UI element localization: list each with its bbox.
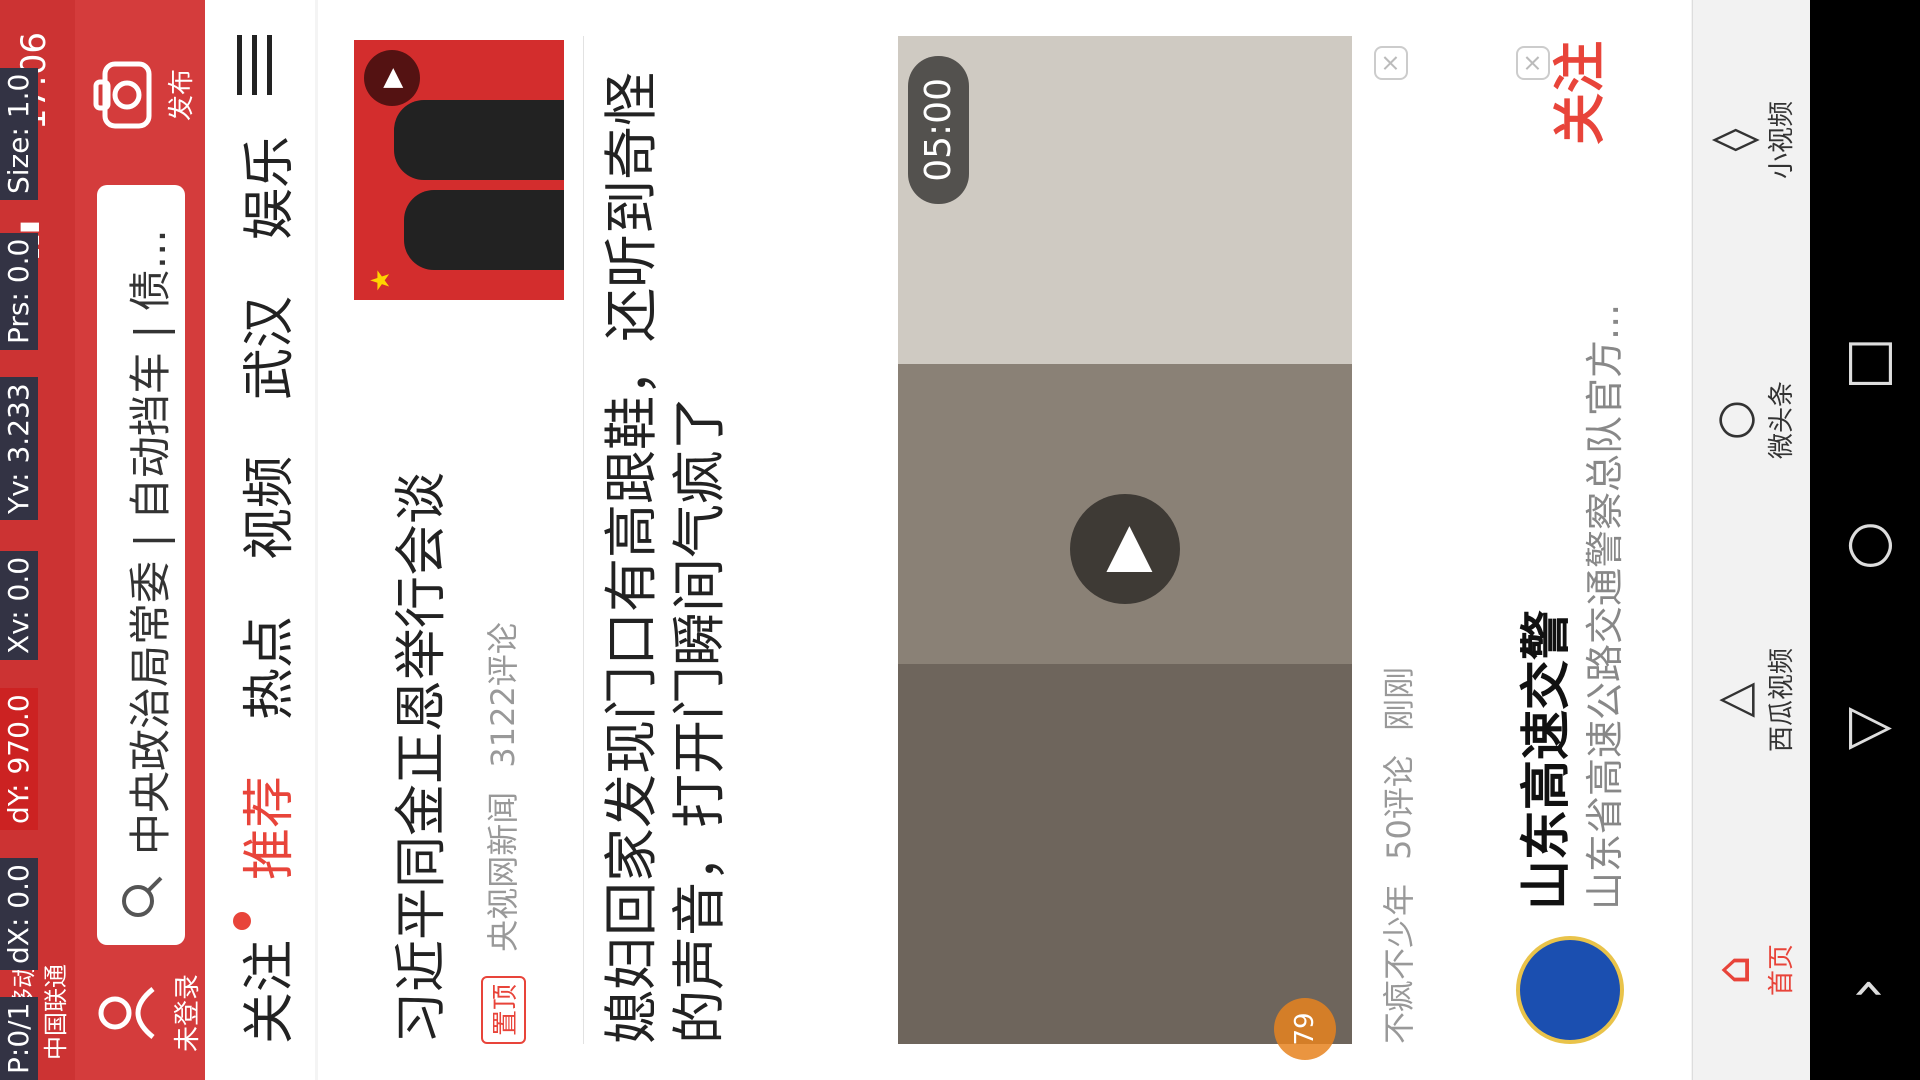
tab-wuhan[interactable]: 武汉 (227, 296, 302, 400)
recommended-account[interactable]: 山东高速交警 山东省高速公路交通警察总队官方... 关注 × (1466, 0, 1691, 1080)
video-title: 媳妇回家发现门口有高跟鞋，还听到奇怪的声音，打开门瞬间气疯了 (600, 72, 731, 1044)
chevron-right-icon[interactable]: › (1834, 978, 1899, 1000)
tab-recommend[interactable]: 推荐 (227, 776, 302, 880)
nav-weitoutiao-label: 微头条 (1767, 381, 1797, 460)
nav-home-label: 首页 (1767, 944, 1797, 997)
debug-dx: dX: 0.0 (0, 858, 38, 970)
video-duration: 05:00 (908, 56, 969, 204)
publish-button[interactable]: 发布 (93, 40, 198, 150)
camera-icon (93, 40, 157, 150)
tab-video[interactable]: 视频 (227, 456, 302, 560)
channel-tabs: 关注 推荐 热点 视频 武汉 娱乐 (205, 0, 315, 1080)
debug-yv: Yv: 3.233 (0, 377, 38, 520)
home-icon: ⌂ (1706, 955, 1760, 985)
close-icon[interactable]: × (1516, 46, 1550, 80)
news-source: 央视网新闻 (484, 791, 522, 952)
account-desc: 山东省高速公路交通警察总队官方... (1583, 303, 1627, 910)
login-button[interactable]: 未登录 (93, 968, 204, 1058)
debug-overlay: P:0/1 dX: 0.0 dY: 970.0 Xv: 0.0 Yv: 3.23… (0, 0, 38, 1080)
login-label: 未登录 (173, 974, 203, 1053)
tab-follow[interactable]: 关注 (227, 940, 302, 1044)
drop-icon: ◊ (1706, 128, 1760, 152)
header: 未登录 中央政治局常委 | 自动挡车 | 债... 发布 (75, 0, 205, 1080)
pinned-badge: 置顶 (481, 975, 526, 1044)
back-icon[interactable]: ▽ (1834, 707, 1899, 750)
nav-xigua[interactable]: △ 西瓜视频 (1705, 640, 1798, 760)
tab-hot[interactable]: 热点 (227, 616, 302, 720)
debug-prs: Prs: 0.0 (0, 232, 38, 350)
chat-bubble-icon: ○ (1706, 399, 1760, 441)
avatar (1516, 936, 1624, 1044)
publish-label: 发布 (167, 69, 197, 122)
play-icon[interactable]: ▶ (364, 50, 420, 106)
search-hint: 中央政治局常委 | 自动挡车 | 债... (126, 229, 175, 855)
news-title: 习近平同金正恩举行会谈 (392, 471, 452, 1044)
recents-icon[interactable]: □ (1834, 337, 1899, 390)
star-icon: ★ (366, 268, 396, 292)
nav-weitoutiao[interactable]: ○ 微头条 (1705, 360, 1798, 480)
nav-small-video[interactable]: ◊ 小视频 (1705, 80, 1798, 200)
channel-menu-icon[interactable] (227, 35, 287, 95)
debug-dy: dY: 970.0 (0, 688, 38, 830)
tab-follow-dot (233, 912, 251, 930)
debug-size: Size: 1.0 (0, 67, 38, 200)
system-nav-bar: › ▽ ○ □ (1810, 0, 1920, 1080)
video-time: 刚刚 (1380, 666, 1418, 731)
news-meta: 置顶 央视网新闻 3122评论 (478, 622, 526, 1044)
nav-home[interactable]: ⌂ 首页 (1705, 910, 1798, 1030)
news-feed: 习近平同金正恩举行会谈 置顶 央视网新闻 3122评论 ★ ▶ 媳妇回家发现门口… (318, 0, 1468, 1080)
user-icon (93, 968, 161, 1058)
tab-entertainment[interactable]: 娱乐 (227, 136, 302, 240)
video-meta: 不疯不少年 50评论 刚刚 (1374, 667, 1420, 1044)
news-item[interactable]: 习近平同金正恩举行会谈 置顶 央视网新闻 3122评论 ★ ▶ (318, 0, 583, 1080)
search-icon (119, 874, 169, 920)
play-icon[interactable]: ▶ (1070, 494, 1180, 604)
triangle-icon: △ (1706, 682, 1760, 718)
nav-small-video-label: 小视频 (1767, 101, 1797, 180)
search-bar[interactable]: 中央政治局常委 | 自动挡车 | 债... (97, 185, 185, 945)
home-button-icon[interactable]: ○ (1834, 521, 1899, 570)
video-source: 不疯不少年 (1380, 883, 1418, 1044)
float-badge[interactable]: 79 (1274, 998, 1336, 1060)
news-thumbnail: ★ ▶ (354, 40, 564, 300)
debug-xv: Xv: 0.0 (0, 550, 38, 660)
debug-pointer: P:0/1 (0, 996, 38, 1080)
bottom-nav: ⌂ 首页 △ 西瓜视频 ○ 微头条 ◊ 小视频 (1692, 0, 1811, 1080)
close-icon[interactable]: × (1374, 46, 1408, 80)
news-comments: 3122评论 (484, 622, 522, 768)
nav-xigua-label: 西瓜视频 (1767, 648, 1797, 753)
app-screen: 中国移动 中国联通 17:06 ▭ ▮▮▮ P:0/1 dX: 0.0 dY: … (0, 0, 1920, 1080)
video-player[interactable]: 05:00 ▶ (898, 36, 1352, 1044)
carrier-2: 中国联通 (42, 964, 70, 1060)
account-name: 山东高速交警 (1517, 610, 1575, 910)
video-comments: 50评论 (1380, 755, 1418, 860)
video-item[interactable]: 媳妇回家发现门口有高跟鞋，还听到奇怪的声音，打开门瞬间气疯了 05:00 ▶ 不… (584, 0, 1464, 1080)
